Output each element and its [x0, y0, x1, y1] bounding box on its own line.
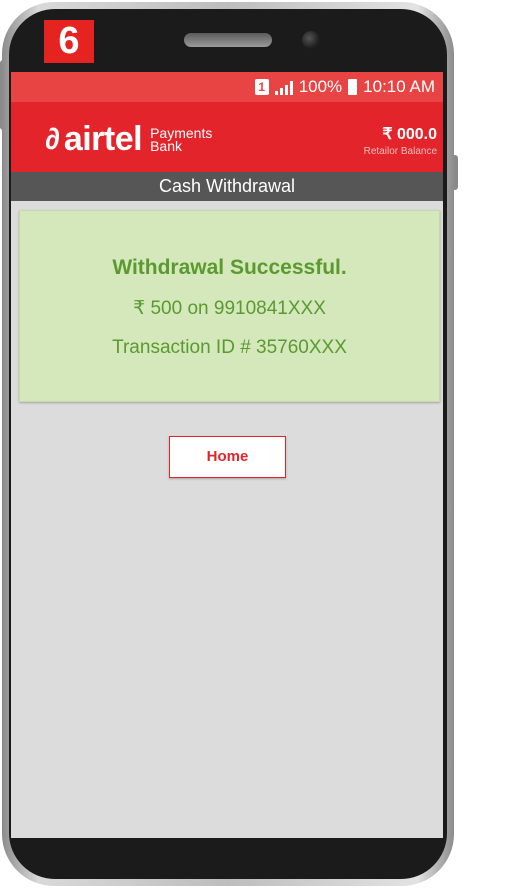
front-camera: [302, 31, 320, 49]
retailer-balance: ₹ 000.0 Retailor Balance: [364, 124, 437, 157]
signal-icon: [274, 79, 293, 95]
result-amount: ₹ 500 on 9910841XXX: [133, 298, 326, 319]
status-bar: 1 100% 10:10 AM: [11, 72, 443, 102]
speaker-grille: [184, 33, 272, 47]
step-badge: 6: [44, 20, 94, 63]
sim-icon: 1: [254, 79, 269, 95]
airtel-payments-bank-logo: ∂ airtel Payments Bank: [45, 120, 212, 159]
page-title: Cash Withdrawal: [11, 172, 443, 201]
airtel-swirl-icon: ∂: [45, 122, 60, 156]
phone-frame: 6 1 100% 10:10 AM ∂ airtel Payments Bank: [0, 0, 458, 890]
battery-icon: [348, 79, 358, 95]
app-header: ∂ airtel Payments Bank ₹ 000.0 Retailor …: [11, 102, 443, 172]
status-time: 10:10 AM: [363, 77, 435, 96]
status-indicators: 1 100% 10:10 AM: [254, 72, 435, 102]
balance-amount: ₹ 000.0: [382, 126, 437, 143]
transaction-id: Transaction ID # 35760XXX: [112, 337, 347, 358]
battery-percent: 100%: [298, 77, 343, 96]
result-title: Withdrawal Successful.: [112, 256, 347, 279]
brand-name: airtel: [63, 120, 143, 158]
phone-screen: 1 100% 10:10 AM ∂ airtel Payments Bank ₹…: [11, 72, 443, 838]
brand-subtitle: Payments Bank: [150, 126, 212, 154]
brand-sub-line2: Bank: [150, 137, 183, 154]
balance-label: Retailor Balance: [363, 146, 437, 157]
home-button[interactable]: Home: [169, 436, 286, 478]
withdrawal-result-card: Withdrawal Successful. ₹ 500 on 9910841X…: [19, 210, 440, 402]
